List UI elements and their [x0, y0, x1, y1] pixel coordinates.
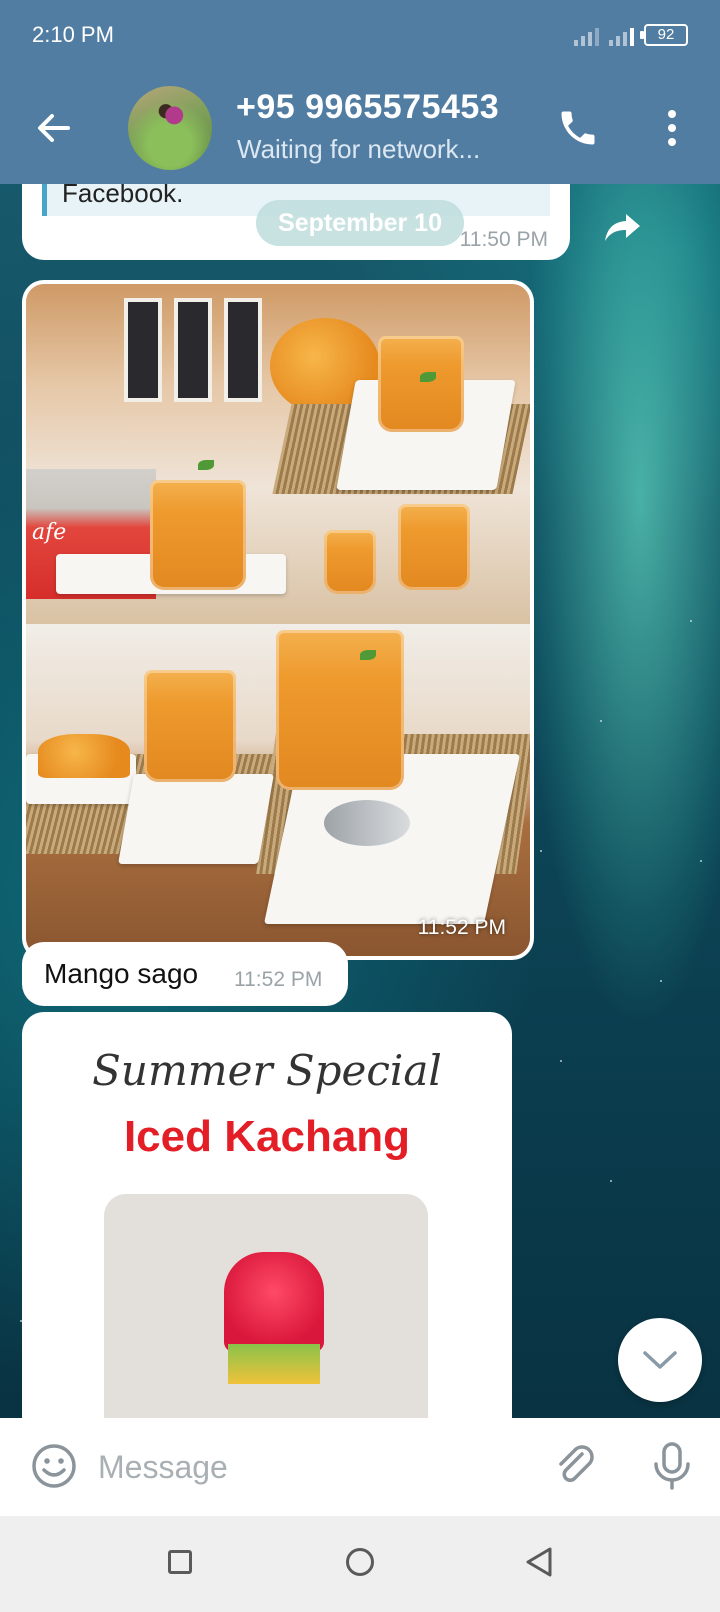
more-vert-icon[interactable] [660, 104, 684, 152]
iced-kachang-image[interactable] [104, 1194, 428, 1418]
mango-sago-photo[interactable]: afe 11:52 PM [26, 284, 530, 956]
signal-icon [609, 24, 634, 46]
photo-bottom-collage [26, 624, 530, 956]
photo-top-collage: afe [26, 284, 530, 624]
contact-name[interactable]: +95 9965575453 [236, 88, 499, 127]
mic-icon[interactable] [648, 1440, 696, 1492]
message-time: 11:52 PM [234, 968, 323, 991]
chat-area[interactable]: Facebook. 11:50 PM September 10 afe 11:5… [0, 184, 720, 1418]
battery-icon: 92 [640, 24, 688, 46]
signal-icon [574, 24, 599, 46]
avatar[interactable] [128, 86, 212, 170]
poster-subtitle: Summer Special [92, 1046, 442, 1095]
message-time: 11:50 PM [459, 228, 548, 251]
scroll-down-button[interactable] [618, 1318, 702, 1402]
status-time: 2:10 PM [32, 22, 114, 47]
poster-title: Iced Kachang [123, 1112, 411, 1161]
chevron-down-icon [643, 1351, 677, 1369]
quote-text: Facebook. [62, 184, 184, 208]
chat-header: 2:10 PM 92 +95 9965575453 Waiting for ne… [0, 0, 720, 184]
cafe-sign: afe [32, 520, 67, 545]
date-separator: September 10 [256, 200, 464, 246]
status-icons: 92 [574, 24, 688, 46]
message-input[interactable] [98, 1440, 528, 1494]
message-composer [0, 1418, 720, 1516]
phone-icon[interactable] [556, 106, 600, 150]
home-icon[interactable] [346, 1548, 374, 1576]
poster-message-bubble[interactable]: Summer Special Iced Kachang [22, 1012, 512, 1418]
text-message-bubble[interactable]: Mango sago 11:52 PM [22, 942, 348, 1006]
contact-status: Waiting for network... [237, 134, 481, 164]
recent-apps-icon[interactable] [168, 1550, 192, 1574]
emoji-icon[interactable] [30, 1442, 78, 1490]
photo-time: 11:52 PM [417, 916, 506, 939]
system-nav-bar [0, 1516, 720, 1612]
kachang-glass [224, 1252, 324, 1418]
back-icon[interactable] [524, 1546, 554, 1578]
message-text: Mango sago [44, 958, 199, 989]
attach-icon[interactable] [552, 1442, 600, 1490]
back-arrow-icon[interactable] [34, 108, 74, 148]
photo-message-bubble[interactable]: afe 11:52 PM [22, 280, 534, 960]
forward-icon[interactable] [600, 208, 644, 248]
